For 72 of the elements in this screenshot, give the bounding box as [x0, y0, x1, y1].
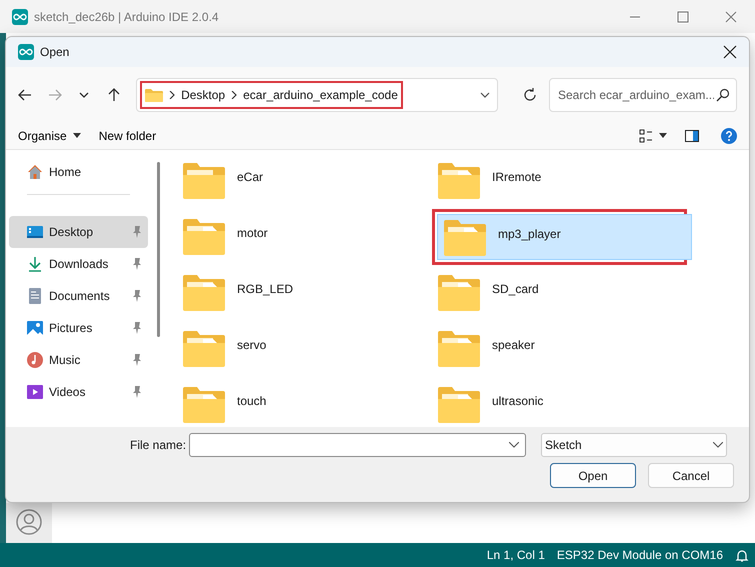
app-logo-icon	[12, 8, 28, 24]
caret-icon	[72, 133, 81, 138]
app-logo-icon	[18, 44, 34, 60]
chevron-icon	[231, 90, 238, 99]
address-bar[interactable]: Desktop ecar_arduino_example_code	[136, 78, 498, 112]
close-icon[interactable]	[723, 44, 737, 59]
home-icon	[27, 164, 43, 180]
folder-icon	[438, 162, 480, 200]
search-input[interactable]: Search ecar_arduino_exam...	[556, 84, 716, 105]
new-folder-button[interactable]: New folder	[98, 122, 156, 150]
folder-item[interactable]: ultrasonic	[432, 382, 687, 428]
folder-icon	[145, 88, 164, 102]
folder-icon	[444, 219, 486, 256]
file-name-field[interactable]	[189, 433, 526, 458]
bell-icon[interactable]	[735, 548, 749, 562]
folder-icon	[438, 330, 480, 368]
sidebar-item[interactable]: Documents	[9, 280, 148, 312]
refresh-icon	[522, 86, 538, 103]
document-icon	[27, 288, 43, 304]
folder-item[interactable]: SD_card	[432, 270, 687, 316]
folder-item[interactable]: mp3_player	[437, 214, 692, 260]
search-field[interactable]: Search ecar_arduino_exam...	[548, 78, 737, 112]
dialog-button[interactable]: Open	[550, 463, 636, 488]
music-icon	[27, 352, 43, 368]
folder-icon	[183, 330, 225, 368]
help-icon[interactable]	[721, 128, 737, 144]
breadcrumb-item[interactable]: Desktop	[181, 86, 226, 104]
search-icon	[716, 88, 730, 102]
view-icon	[639, 128, 653, 143]
forward-icon	[46, 86, 63, 103]
sidebar-item[interactable]: Downloads	[9, 248, 148, 280]
download-icon	[27, 256, 43, 272]
sidebar-item[interactable]: Music	[9, 344, 148, 376]
picture-icon	[27, 320, 43, 336]
breadcrumb-item[interactable]: ecar_arduino_example_code	[243, 86, 398, 104]
caret-icon	[659, 133, 667, 138]
status-text: Ln 1, Col 1	[486, 547, 545, 564]
folder-icon	[183, 274, 225, 312]
sidebar-item[interactable]: Desktop	[9, 216, 148, 248]
file-type-dropdown[interactable]: Sketch	[541, 433, 728, 458]
dialog-title: Open	[40, 44, 70, 61]
account-icon[interactable]	[16, 509, 42, 535]
dropdown-icon	[713, 442, 724, 448]
dialog-button[interactable]: Cancel	[648, 463, 734, 488]
folder-item[interactable]: servo	[177, 326, 432, 372]
sidebar-item[interactable]: Videos	[9, 376, 148, 408]
folder-item[interactable]: eCar	[177, 158, 432, 204]
folder-item[interactable]: touch	[177, 382, 432, 428]
view-button[interactable]	[639, 128, 667, 143]
folder-icon	[183, 386, 225, 424]
folder-icon	[438, 386, 480, 424]
folder-icon	[438, 274, 480, 312]
folder-icon	[183, 162, 225, 200]
folder-item[interactable]: RGB_LED	[177, 270, 432, 316]
maximize-icon[interactable]	[677, 10, 689, 22]
field-label: File name:	[130, 437, 186, 454]
chevron-icon	[169, 90, 176, 99]
status-text: ESP32 Dev Module on COM16	[556, 547, 723, 564]
back-icon	[17, 86, 34, 103]
folder-item[interactable]: IRremote	[432, 158, 687, 204]
folder-icon	[183, 218, 225, 256]
organise-button[interactable]: Organise	[18, 122, 81, 150]
folder-item[interactable]: speaker	[432, 326, 687, 372]
folder-item[interactable]: motor	[177, 214, 432, 260]
preview-pane-icon[interactable]	[685, 130, 699, 142]
scrollbar-thumb[interactable]	[156, 162, 160, 338]
video-icon	[27, 384, 43, 400]
sidebar-item[interactable]: Home	[9, 156, 148, 188]
dropdown-icon	[509, 442, 520, 448]
window-title: sketch_dec26b | Arduino IDE 2.0.4	[34, 8, 219, 26]
sidebar-item[interactable]: Pictures	[9, 312, 148, 344]
desktop-icon	[27, 224, 43, 240]
